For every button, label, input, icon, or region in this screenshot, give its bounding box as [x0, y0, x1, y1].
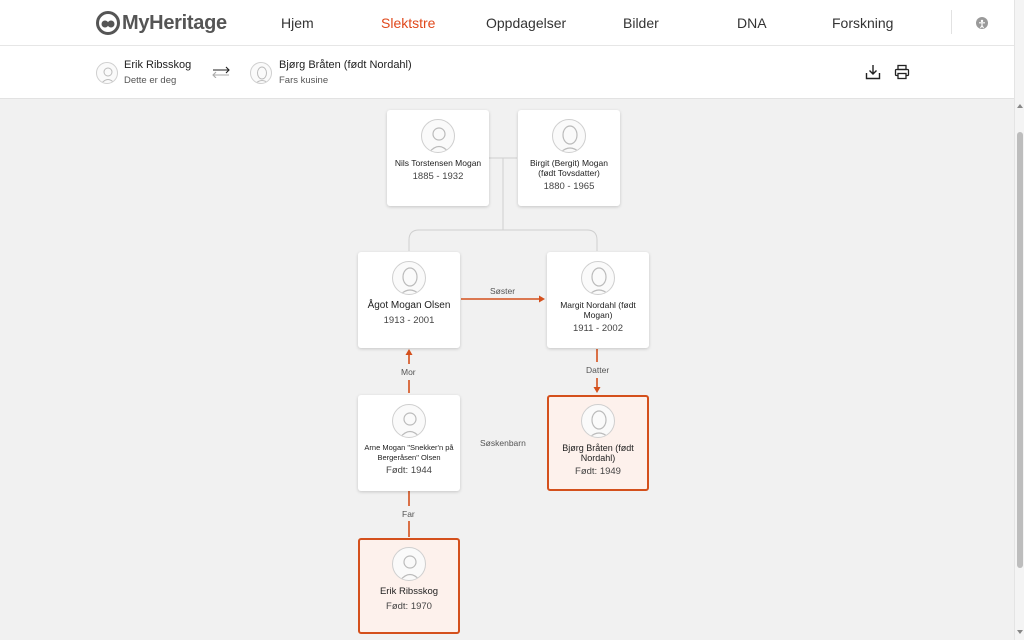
person-name: Arne Mogan "Snekker'n på Bergeråsen" Ols…: [364, 443, 454, 462]
relation-label-sister: Søster: [488, 286, 518, 296]
person-card-bjorg[interactable]: Bjørg Bråten (født Nordahl) Født: 1949: [547, 395, 649, 491]
person-name: Birgit (Bergit) Mogan (født Tovsdatter): [530, 158, 608, 178]
person-card-birgit[interactable]: Birgit (Bergit) Mogan (født Tovsdatter) …: [518, 110, 620, 206]
person-card-nils[interactable]: Nils Torstensen Mogan 1885 - 1932: [387, 110, 489, 206]
avatar: [581, 261, 615, 295]
male-silhouette-icon: [399, 555, 421, 580]
avatar: [552, 119, 586, 153]
relation-label-daughter: Datter: [584, 365, 612, 375]
relation-label-father: Far: [400, 509, 417, 519]
person-name: Bjørg Bråten (født Nordahl): [562, 443, 634, 463]
female-silhouette-icon: [560, 125, 580, 152]
female-silhouette-icon: [589, 410, 609, 437]
person-card-erik[interactable]: Erik Ribsskog Født: 1970: [358, 538, 460, 634]
male-silhouette-icon: [399, 412, 421, 437]
person-years: 1880 - 1965: [543, 181, 595, 192]
person-years: Født: 1944: [386, 465, 432, 476]
tree-connectors: [405, 157, 601, 537]
person-years: 1885 - 1932: [412, 171, 464, 182]
person-years: 1913 - 2001: [383, 315, 435, 326]
scrollbar-thumb[interactable]: [1017, 132, 1023, 568]
person-name: Ågot Mogan Olsen: [367, 300, 451, 311]
avatar: [392, 404, 426, 438]
avatar: [421, 119, 455, 153]
person-card-margit[interactable]: Margit Nordahl (født Mogan) 1911 - 2002: [547, 252, 649, 348]
person-name: Erik Ribsskog: [379, 586, 439, 597]
person-card-arne[interactable]: Arne Mogan "Snekker'n på Bergeråsen" Ols…: [358, 395, 460, 491]
person-name: Margit Nordahl (født Mogan): [560, 300, 636, 320]
female-silhouette-icon: [400, 267, 420, 294]
person-years: Født: 1949: [575, 466, 621, 477]
relation-label-mother: Mor: [399, 367, 418, 377]
male-silhouette-icon: [428, 127, 450, 152]
avatar: [392, 261, 426, 295]
person-name: Nils Torstensen Mogan: [394, 158, 482, 168]
vertical-scrollbar[interactable]: [1014, 0, 1024, 640]
female-silhouette-icon: [589, 267, 609, 294]
person-years: 1911 - 2002: [572, 323, 623, 334]
scroll-up-arrow-icon[interactable]: [1017, 104, 1023, 108]
person-years: Født: 1970: [386, 601, 432, 612]
relation-label-cousins: Søskenbarn: [478, 438, 528, 448]
avatar: [392, 547, 426, 581]
avatar: [581, 404, 615, 438]
person-card-agot[interactable]: Ågot Mogan Olsen 1913 - 2001: [358, 252, 460, 348]
scroll-down-arrow-icon[interactable]: [1017, 630, 1023, 634]
